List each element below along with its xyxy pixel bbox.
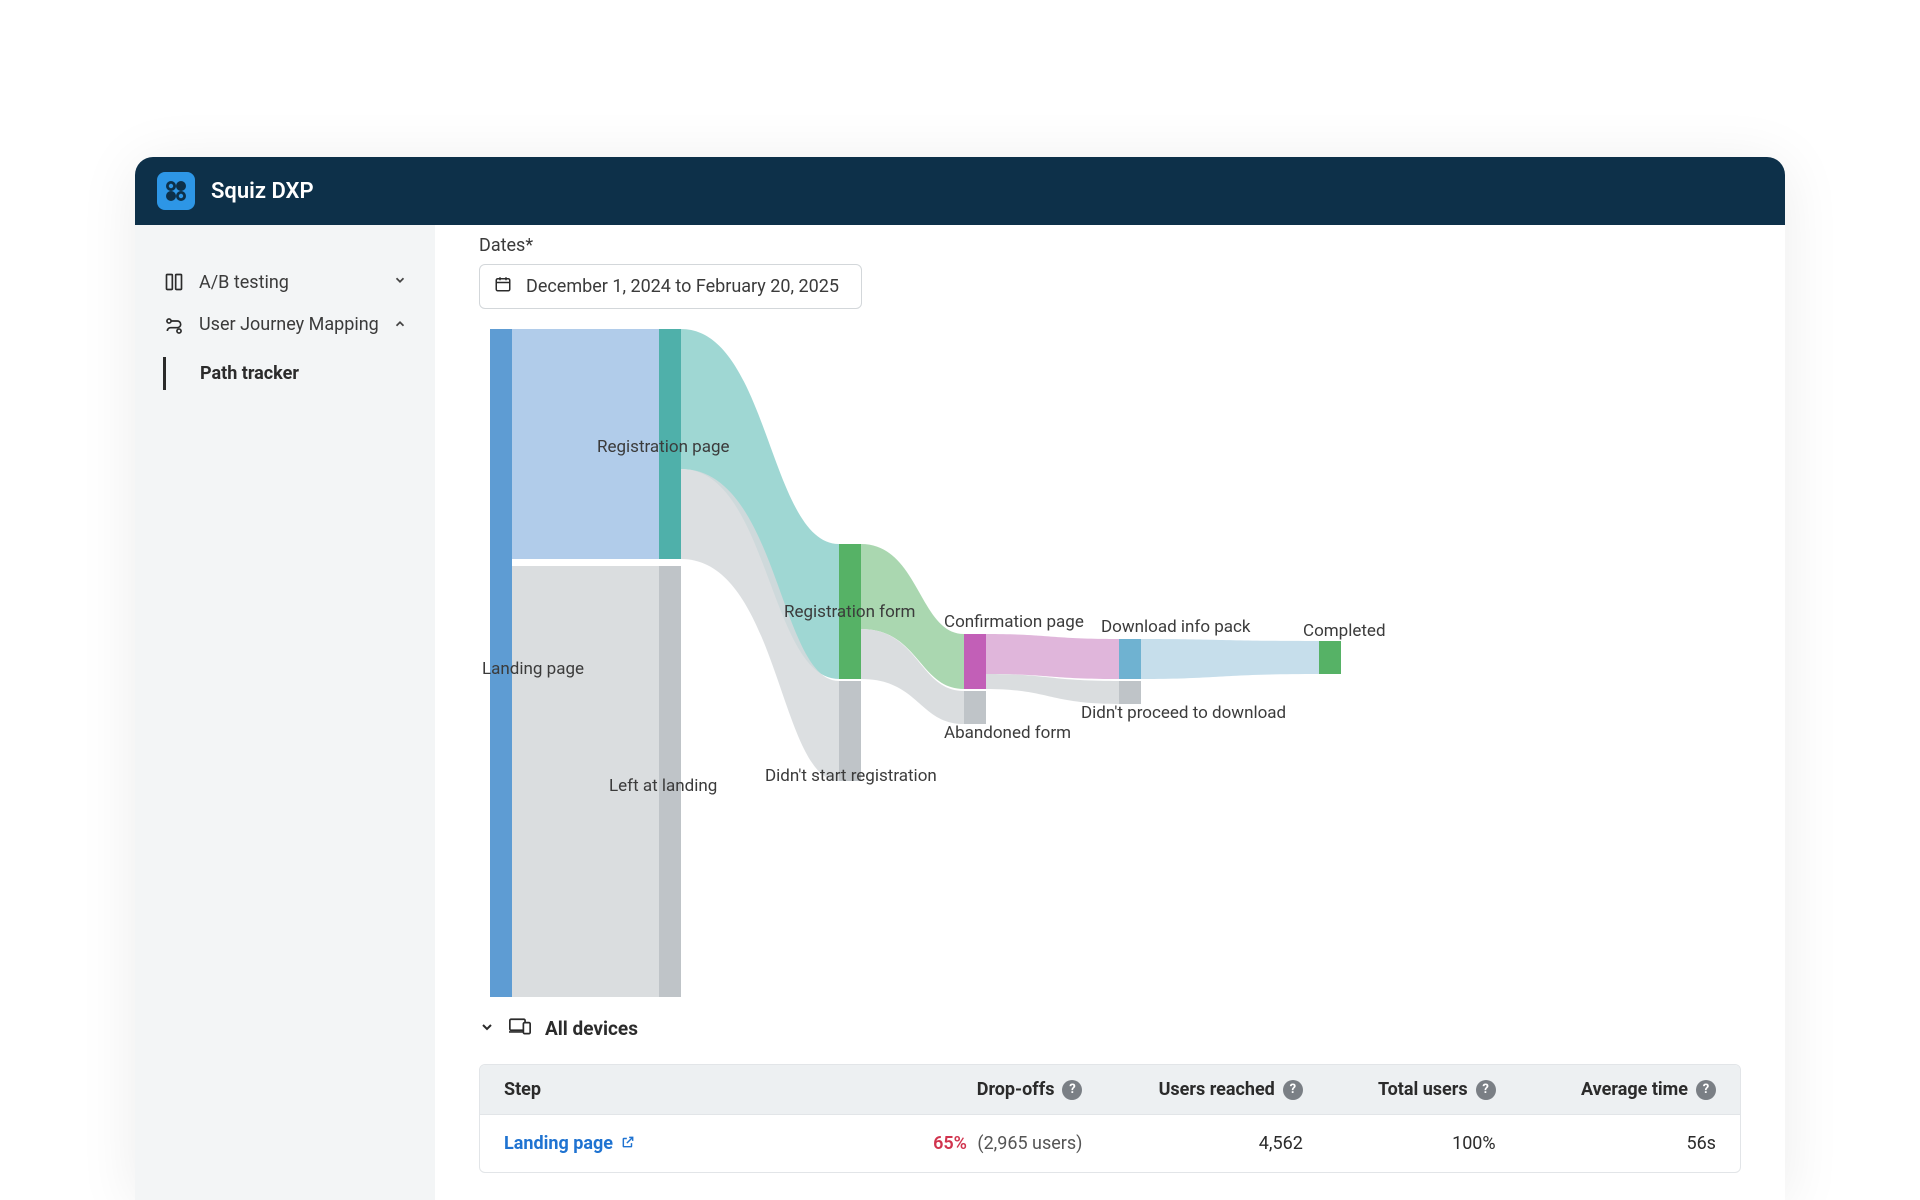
sankey-node-label: Landing page	[482, 659, 584, 679]
sankey-node-label: Left at landing	[609, 776, 717, 796]
metrics-table: Step Drop-offs ? Users reached ? Total u…	[479, 1064, 1741, 1173]
sidebar-subitem-label: Path tracker	[200, 363, 299, 384]
step-link-landing-page[interactable]: Landing page	[504, 1133, 635, 1154]
sankey-node-label: Completed	[1303, 621, 1386, 641]
sankey-node-left-landing[interactable]: Left at landing	[659, 566, 681, 997]
step-name: Landing page	[504, 1133, 613, 1154]
dropoffs-pct: 65%	[933, 1133, 967, 1154]
sankey-node-registration-form[interactable]: Registration form	[839, 544, 861, 679]
sidebar-item-label: User Journey Mapping	[199, 313, 379, 337]
col-label: Total users	[1378, 1079, 1468, 1100]
compare-icon	[163, 271, 185, 293]
sankey-node-label: Abandoned form	[944, 723, 1071, 743]
sidebar-item-label: A/B testing	[199, 272, 379, 293]
sankey-node-label: Didn't proceed to download	[1081, 703, 1286, 723]
help-icon[interactable]: ?	[1283, 1080, 1303, 1100]
sankey-node-completed[interactable]: Completed	[1319, 641, 1341, 674]
chevron-down-icon	[479, 1019, 495, 1039]
sidebar: A/B testing User Journey Mapping	[135, 225, 435, 1200]
sankey-node-no-start-registration[interactable]: Didn't start registration	[839, 681, 861, 781]
col-dropoffs: Drop-offs ?	[862, 1079, 1082, 1100]
squiz-logo-icon	[164, 179, 188, 203]
sankey-node-registration-page[interactable]: Registration page	[659, 329, 681, 559]
col-total-users: Total users ?	[1303, 1079, 1496, 1100]
main-content: Dates* December 1, 2024 to February 20, …	[435, 225, 1785, 1200]
table-row: Landing page 65% (2,965 users)	[480, 1114, 1740, 1172]
device-filter-toggle[interactable]: All devices	[479, 1017, 1741, 1040]
date-range-value: December 1, 2024 to February 20, 2025	[526, 276, 839, 297]
cell-users-reached: 4,562	[1082, 1133, 1302, 1154]
help-icon[interactable]: ?	[1696, 1080, 1716, 1100]
sankey-node-label: Download info pack	[1101, 617, 1251, 637]
cell-avg-time: 56s	[1496, 1133, 1716, 1154]
sidebar-item-ab-testing[interactable]: A/B testing	[153, 261, 417, 303]
cell-dropoffs: 65% (2,965 users)	[862, 1133, 1082, 1154]
col-label: Step	[504, 1079, 541, 1100]
sankey-diagram: Landing page Registration page Left at l…	[479, 329, 1399, 1009]
route-icon	[163, 315, 185, 337]
sankey-node-label: Registration form	[784, 602, 915, 622]
col-avg-time: Average time ?	[1496, 1079, 1716, 1100]
sidebar-item-user-journey-mapping[interactable]: User Journey Mapping	[153, 303, 417, 347]
sankey-node-label: Confirmation page	[944, 612, 1084, 632]
col-label: Drop-offs	[977, 1079, 1055, 1100]
dropoffs-count: (2,965 users)	[977, 1133, 1082, 1154]
col-step: Step	[504, 1079, 862, 1100]
app-title: Squiz DXP	[211, 179, 314, 204]
date-range-picker[interactable]: December 1, 2024 to February 20, 2025	[479, 264, 862, 309]
sankey-node-no-download[interactable]: Didn't proceed to download	[1119, 681, 1141, 704]
devices-icon	[509, 1017, 531, 1040]
col-label: Users reached	[1159, 1079, 1275, 1100]
external-link-icon	[621, 1133, 635, 1154]
sankey-node-download[interactable]: Download info pack	[1119, 639, 1141, 679]
col-label: Average time	[1581, 1079, 1688, 1100]
device-filter-label: All devices	[545, 1017, 638, 1040]
chevron-down-icon	[393, 273, 407, 291]
table-header: Step Drop-offs ? Users reached ? Total u…	[480, 1065, 1740, 1114]
app-header: Squiz DXP	[135, 157, 1785, 225]
app-logo	[157, 172, 195, 210]
sankey-node-abandoned-form[interactable]: Abandoned form	[964, 691, 986, 724]
chevron-up-icon	[393, 317, 407, 335]
help-icon[interactable]: ?	[1062, 1080, 1082, 1100]
sankey-node-confirmation[interactable]: Confirmation page	[964, 634, 986, 689]
sankey-node-landing[interactable]: Landing page	[490, 329, 512, 997]
col-users-reached: Users reached ?	[1082, 1079, 1302, 1100]
help-icon[interactable]: ?	[1476, 1080, 1496, 1100]
sidebar-subitem-path-tracker[interactable]: Path tracker	[163, 357, 417, 390]
calendar-icon	[494, 275, 512, 298]
dates-label: Dates*	[479, 235, 1741, 256]
sankey-node-label: Registration page	[597, 437, 730, 457]
sankey-node-label: Didn't start registration	[765, 766, 937, 786]
cell-total-users: 100%	[1303, 1133, 1496, 1154]
